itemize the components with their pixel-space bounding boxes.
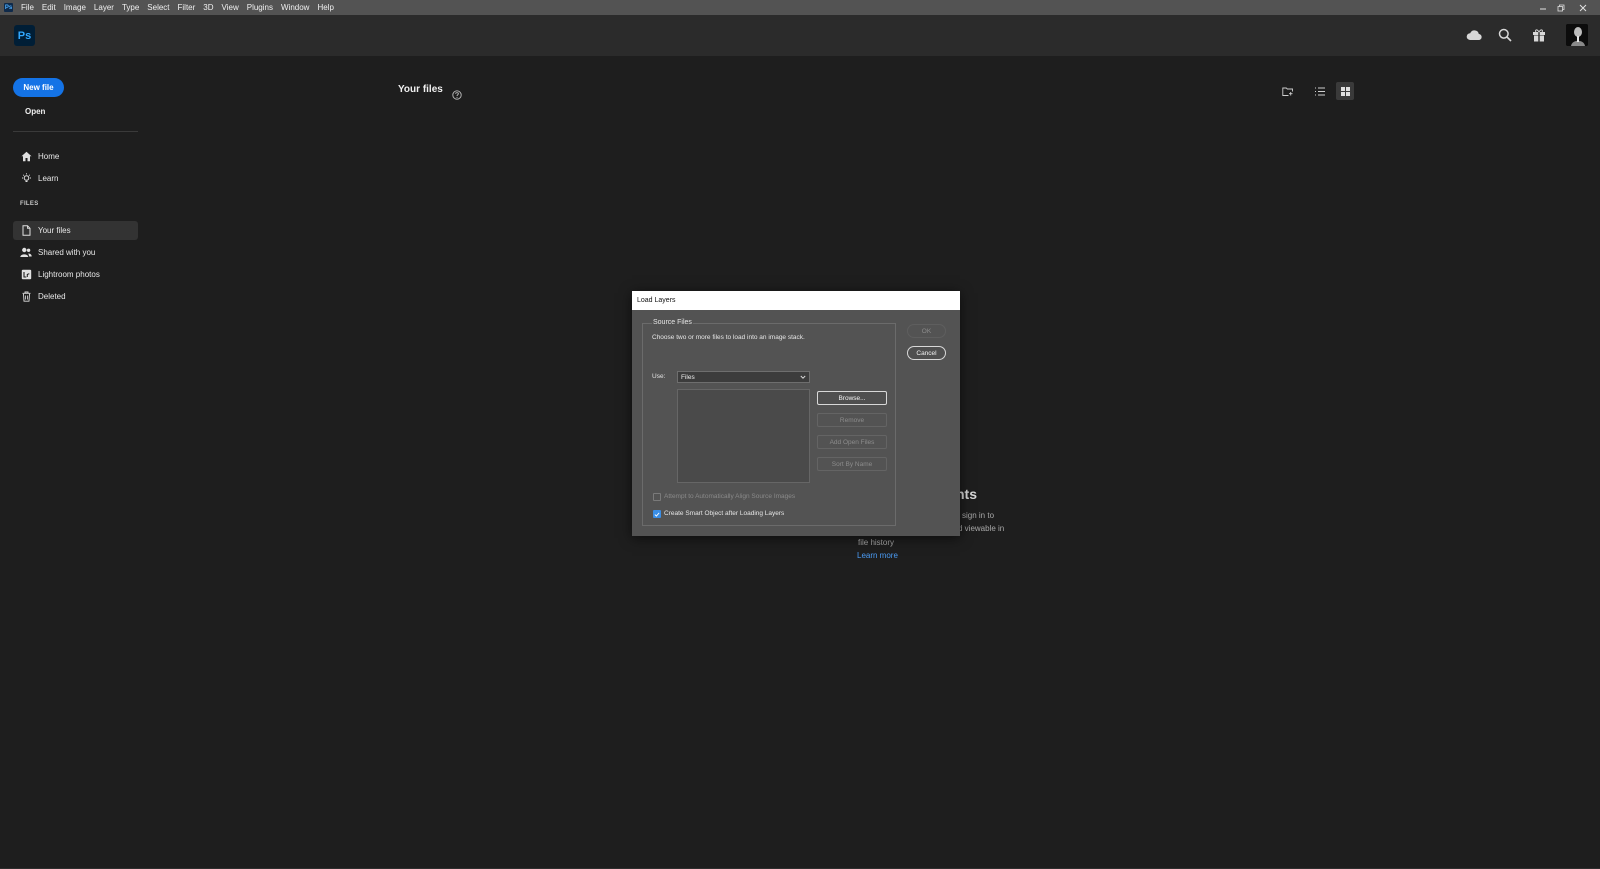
menu-file[interactable]: File <box>17 0 38 15</box>
open-button[interactable]: Open <box>25 107 45 116</box>
document-icon <box>20 225 32 237</box>
use-label: Use: <box>652 373 666 380</box>
use-select-value: Files <box>681 373 695 381</box>
sidebar-item-lightroom-photos[interactable]: Lightroom photos <box>13 265 138 284</box>
minimize-icon[interactable] <box>1534 0 1552 15</box>
align-checkbox[interactable] <box>653 493 661 501</box>
smart-object-checkbox-label: Create Smart Object after Loading Layers <box>664 510 785 517</box>
menu-type[interactable]: Type <box>118 0 143 15</box>
page-title: Your files <box>398 84 443 95</box>
chevron-down-icon <box>800 374 806 380</box>
menu-filter[interactable]: Filter <box>174 0 200 15</box>
smart-object-checkbox[interactable] <box>653 510 661 518</box>
avatar[interactable] <box>1566 24 1588 46</box>
browse-button[interactable]: Browse... <box>817 391 887 405</box>
home-icon <box>20 151 32 163</box>
instructions-text: Choose two or more files to load into an… <box>652 334 805 341</box>
menu-plugins[interactable]: Plugins <box>243 0 277 15</box>
menu-select[interactable]: Select <box>143 0 173 15</box>
use-select[interactable]: Files <box>677 371 810 383</box>
sidebar-item-label: Learn <box>38 174 59 183</box>
dialog-title[interactable]: Load Layers <box>632 291 960 310</box>
people-icon <box>20 247 32 259</box>
menu-view[interactable]: View <box>218 0 243 15</box>
add-open-files-button[interactable]: Add Open Files <box>817 435 887 449</box>
sidebar-item-home[interactable]: Home <box>13 147 138 166</box>
remove-button[interactable]: Remove <box>817 413 887 427</box>
app-header: Ps <box>0 15 1600 56</box>
sidebar-item-label: Shared with you <box>38 248 96 257</box>
new-file-button[interactable]: New file <box>13 78 64 97</box>
sidebar: New file Open Home Learn FILES Your file… <box>0 56 145 869</box>
sidebar-item-deleted[interactable]: Deleted <box>13 287 138 306</box>
sidebar-item-label: Home <box>38 152 60 161</box>
search-icon[interactable] <box>1496 26 1514 44</box>
trash-icon <box>20 291 32 303</box>
sidebar-item-shared-with-you[interactable]: Shared with you <box>13 243 138 262</box>
align-checkbox-label: Attempt to Automatically Align Source Im… <box>664 493 796 500</box>
lightbulb-icon <box>20 173 32 185</box>
menu-edit[interactable]: Edit <box>38 0 60 15</box>
sidebar-item-your-files[interactable]: Your files <box>13 221 138 240</box>
menu-3d[interactable]: 3D <box>199 0 217 15</box>
sidebar-item-label: Deleted <box>38 292 66 301</box>
help-icon[interactable] <box>452 87 462 100</box>
restore-icon[interactable] <box>1552 0 1570 15</box>
empty-state-line: file history <box>858 538 895 547</box>
lightroom-icon <box>20 269 32 281</box>
list-view-icon[interactable] <box>1311 82 1329 100</box>
ok-button[interactable]: OK <box>907 324 946 338</box>
sort-by-name-button[interactable]: Sort By Name <box>817 457 887 471</box>
photoshop-logo[interactable]: Ps <box>14 25 35 46</box>
checkmark-icon <box>654 512 660 517</box>
menu-bar: Ps File Edit Image Layer Type Select Fil… <box>0 0 1600 15</box>
menu-layer[interactable]: Layer <box>90 0 118 15</box>
cancel-button[interactable]: Cancel <box>907 346 946 360</box>
sidebar-divider <box>13 131 138 132</box>
gift-icon[interactable] <box>1530 26 1548 44</box>
cloud-icon[interactable] <box>1465 26 1483 44</box>
sidebar-item-learn[interactable]: Learn <box>13 169 138 188</box>
sidebar-item-label: Lightroom photos <box>38 270 100 279</box>
sidebar-item-label: Your files <box>38 226 71 235</box>
menu-image[interactable]: Image <box>60 0 90 15</box>
empty-state-line: sign in to <box>962 511 995 520</box>
file-list[interactable] <box>677 389 810 483</box>
grid-view-icon[interactable] <box>1336 82 1354 100</box>
files-section-label: FILES <box>20 201 39 207</box>
ps-app-icon: Ps <box>4 3 13 12</box>
new-folder-icon[interactable] <box>1279 82 1297 100</box>
menu-help[interactable]: Help <box>313 0 337 15</box>
learn-more-link[interactable]: Learn more <box>857 551 898 560</box>
menu-window[interactable]: Window <box>277 0 313 15</box>
close-icon[interactable] <box>1574 0 1592 15</box>
source-files-label: Source Files <box>652 319 693 326</box>
empty-state-line: d viewable in <box>958 524 1005 533</box>
load-layers-dialog: Load Layers Source Files Choose two or m… <box>632 291 960 536</box>
